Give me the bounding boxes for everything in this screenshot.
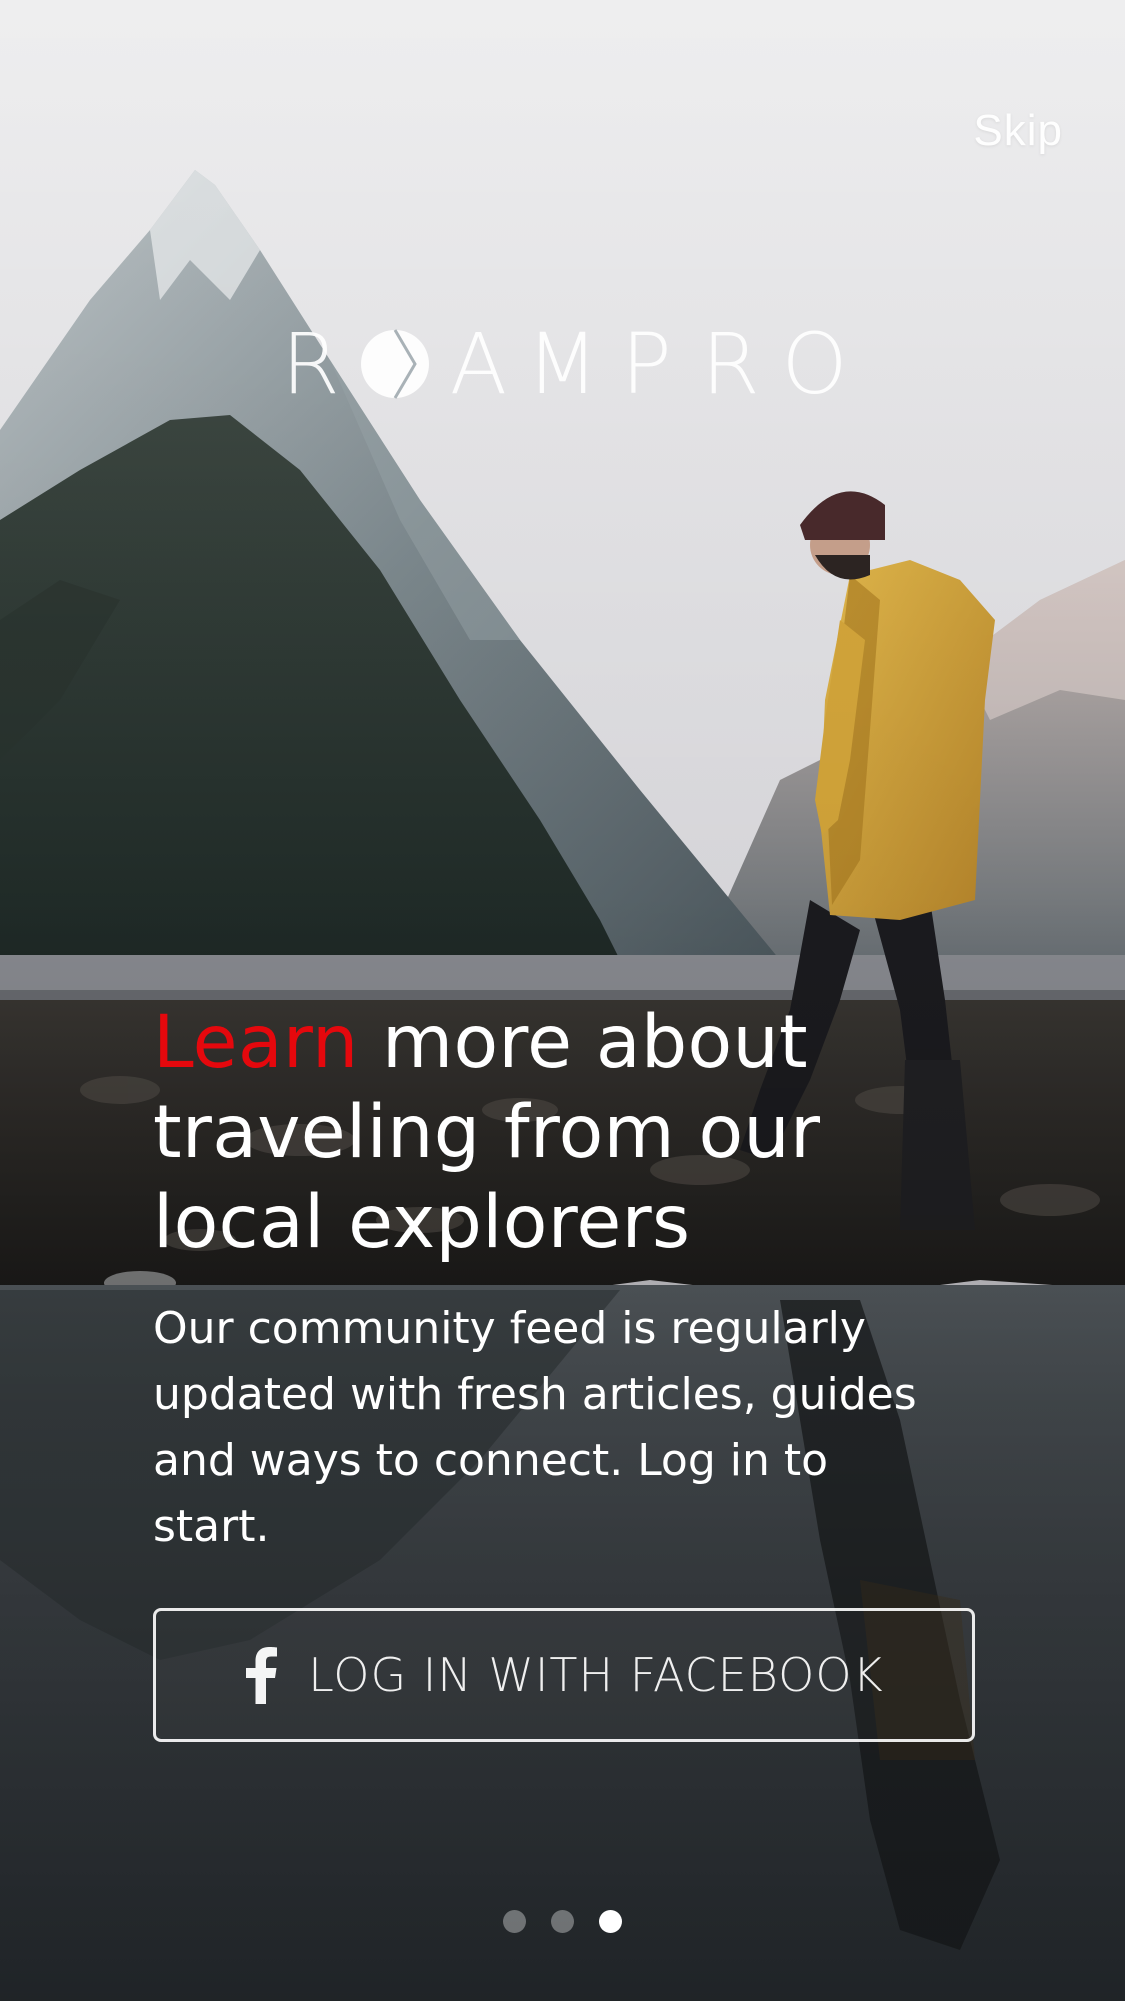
page-dot-1[interactable] <box>503 1910 526 1933</box>
headline-line2: traveling from our <box>153 1090 821 1175</box>
logo-letter: R <box>281 315 340 413</box>
page-dot-3-active[interactable] <box>599 1910 622 1933</box>
headline-accent: Learn <box>153 1000 359 1085</box>
description-text: Our community feed is regularly updated … <box>153 1303 917 1552</box>
logo-letter: M <box>526 315 599 413</box>
page-dot-2[interactable] <box>551 1910 574 1933</box>
headline-line3: local explorers <box>153 1180 691 1265</box>
headline: Learn more about traveling from our local … <box>153 998 983 1268</box>
logo-letter: O <box>781 315 848 413</box>
facebook-icon <box>244 1646 278 1704</box>
logo-letter: A <box>449 315 508 413</box>
facebook-login-button[interactable]: LOG IN WITH FACEBOOK <box>153 1608 975 1742</box>
skip-button[interactable]: Skip <box>973 106 1063 156</box>
facebook-login-label: LOG IN WITH FACEBOOK <box>308 1648 884 1702</box>
logo-letter: R <box>701 315 760 413</box>
compass-circle-icon <box>353 322 437 406</box>
headline-line1-rest: more about <box>382 1000 808 1085</box>
page-indicator <box>0 1910 1125 1933</box>
logo-letter: P <box>621 315 672 413</box>
onboarding-copy: Learn more about traveling from our local … <box>153 998 983 1560</box>
roampro-logo: R A M P R O <box>0 322 1125 406</box>
